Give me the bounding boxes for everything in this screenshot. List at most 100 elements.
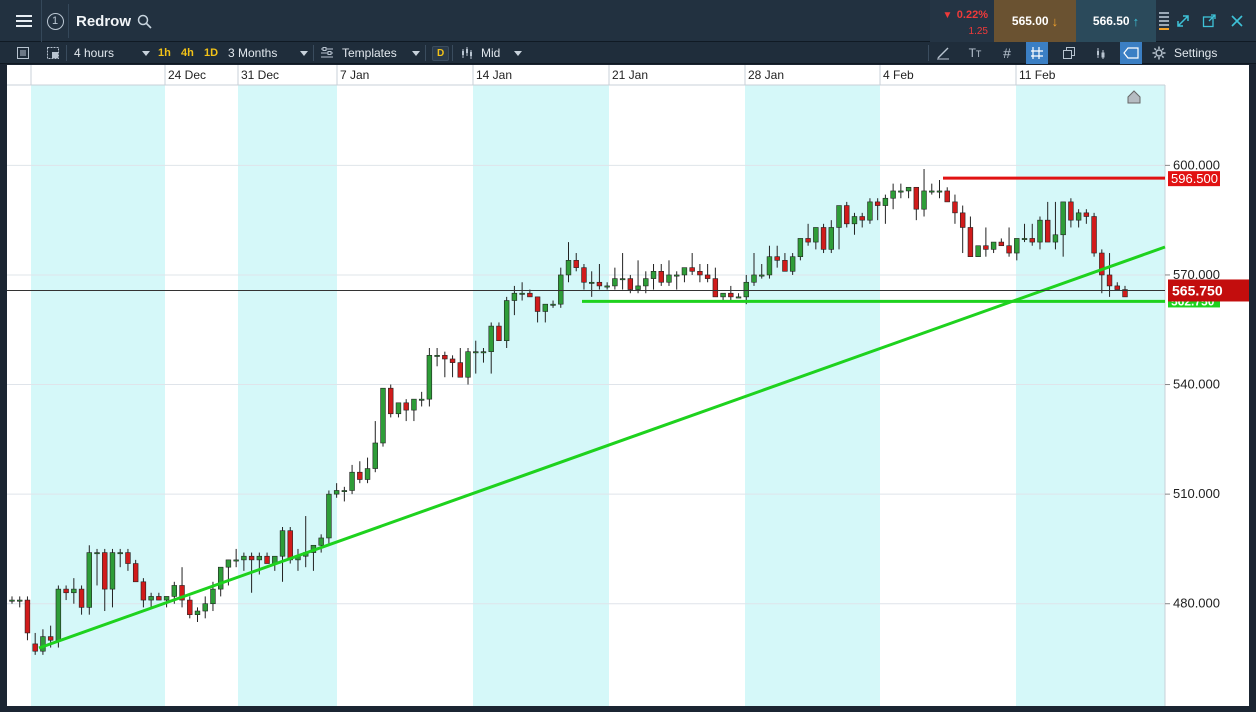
candle-bearish[interactable] [1091, 216, 1097, 254]
candle-bullish[interactable] [635, 285, 641, 290]
candle-bullish[interactable] [1014, 238, 1020, 254]
candle-bullish[interactable] [828, 227, 834, 250]
candle-bearish[interactable] [967, 227, 974, 257]
candle-bullish[interactable] [341, 490, 348, 492]
candle-bullish[interactable] [503, 300, 510, 342]
candle-bullish[interactable] [17, 599, 23, 602]
candle-bullish[interactable] [94, 552, 100, 555]
candle-bearish[interactable] [1114, 285, 1120, 290]
candle-bullish[interactable] [643, 278, 649, 287]
candle-bullish[interactable] [71, 588, 77, 594]
candle-bullish[interactable] [890, 190, 896, 199]
candle-bearish[interactable] [689, 267, 695, 272]
candle-bearish[interactable] [125, 552, 131, 564]
candle-bullish[interactable] [519, 292, 525, 295]
candle-bearish[interactable] [959, 212, 966, 228]
interval-1h[interactable]: 1h [158, 42, 171, 64]
candle-bullish[interactable] [40, 636, 46, 652]
candle-bullish[interactable] [55, 588, 62, 641]
settings-button[interactable]: Settings [1152, 42, 1250, 64]
candle-bullish[interactable] [465, 351, 471, 378]
candle-bullish[interactable] [418, 398, 425, 401]
candle-bearish[interactable] [983, 245, 989, 250]
candle-bearish[interactable] [774, 256, 780, 261]
candle-bullish[interactable] [9, 599, 15, 602]
candle-bearish[interactable] [496, 325, 502, 342]
candle-bullish[interactable] [905, 186, 912, 192]
candle-bullish[interactable] [233, 559, 239, 562]
candle-bearish[interactable] [782, 260, 788, 272]
candle-bearish[interactable] [1068, 201, 1074, 221]
candle-bullish[interactable] [333, 490, 340, 495]
candle-bullish[interactable] [766, 256, 773, 276]
candle-bearish[interactable] [952, 201, 958, 214]
close-icon[interactable] [1226, 0, 1248, 42]
range-dropdown[interactable]: 3 Months [228, 42, 308, 64]
price-label-icon[interactable] [1120, 42, 1142, 64]
price-chart[interactable]: 24 Dec 31 Dec 7 Jan 14 Jan 21 Jan 28 Jan 4 Feb… [7, 65, 1249, 706]
candle-bullish[interactable] [674, 274, 680, 277]
popout-icon[interactable] [1200, 0, 1218, 42]
candle-bullish[interactable] [318, 537, 324, 546]
crosshair-icon[interactable] [1026, 42, 1048, 64]
candle-bullish[interactable] [813, 227, 819, 243]
candle-bearish[interactable] [998, 241, 1005, 247]
candle-bullish[interactable] [558, 274, 564, 305]
candle-bearish[interactable] [944, 190, 950, 203]
chart-canvas[interactable]: 24 Dec 31 Dec 7 Jan 14 Jan 21 Jan 28 Jan 4 Feb… [7, 65, 1249, 706]
interval-4h[interactable]: 4h [181, 42, 194, 64]
candle-bullish[interactable] [743, 281, 749, 298]
candle-bullish[interactable] [279, 530, 286, 557]
candle-bullish[interactable] [225, 559, 232, 568]
expand-icon[interactable] [1174, 0, 1192, 42]
candle-bullish[interactable] [789, 256, 796, 272]
sell-button[interactable]: 565.00 ↓ [994, 0, 1076, 42]
candle-bullish[interactable] [650, 271, 657, 279]
candle-bullish[interactable] [194, 610, 201, 615]
candle-bullish[interactable] [109, 552, 116, 590]
candle-bearish[interactable] [1106, 274, 1113, 287]
candle-bearish[interactable] [627, 278, 634, 290]
candle-bullish[interactable] [217, 566, 224, 590]
chart-type-icon[interactable] [42, 42, 64, 64]
candle-bearish[interactable] [712, 278, 719, 298]
candle-bullish[interactable] [117, 552, 123, 555]
candle-bullish[interactable] [1052, 234, 1059, 243]
candle-bearish[interactable] [449, 358, 456, 363]
candle-bearish[interactable] [1006, 245, 1012, 254]
candle-bullish[interactable] [921, 190, 927, 210]
candle-bullish[interactable] [473, 351, 479, 354]
draw-line-icon[interactable] [932, 42, 954, 64]
candle-bullish[interactable] [1021, 238, 1028, 240]
buy-button[interactable]: 566.50 ↑ [1076, 0, 1156, 42]
indicator-icon[interactable] [1090, 42, 1112, 64]
templates-dropdown[interactable]: Templates [320, 42, 420, 64]
candle-bullish[interactable] [1060, 201, 1066, 236]
candle-bullish[interactable] [426, 355, 433, 400]
candle-bullish[interactable] [604, 285, 610, 288]
candle-bullish[interactable] [851, 216, 858, 225]
candle-bullish[interactable] [936, 190, 943, 193]
candle-bullish[interactable] [565, 260, 572, 276]
candle-bearish[interactable] [527, 292, 533, 298]
candle-bearish[interactable] [596, 281, 603, 287]
candle-bearish[interactable] [132, 563, 139, 583]
candle-bearish[interactable] [403, 402, 409, 411]
candle-bearish[interactable] [357, 471, 363, 480]
candle-bullish[interactable] [929, 190, 935, 193]
chart-list-icon[interactable] [12, 42, 34, 64]
candle-bearish[interactable] [581, 267, 587, 283]
instrument-name[interactable]: Redrow [76, 0, 131, 42]
candle-bearish[interactable] [63, 588, 69, 594]
candle-bearish[interactable] [24, 599, 31, 634]
candle-bullish[interactable] [480, 351, 487, 354]
candle-bearish[interactable] [287, 530, 293, 561]
candle-bullish[interactable] [411, 398, 417, 411]
layout-button[interactable]: 1 [44, 0, 66, 42]
candle-bullish[interactable] [550, 303, 556, 306]
candle-bearish[interactable] [844, 205, 850, 225]
candle-bearish[interactable] [156, 596, 162, 601]
candle-bullish[interactable] [210, 588, 216, 605]
candle-bullish[interactable] [380, 387, 386, 444]
candle-bullish[interactable] [1037, 219, 1043, 243]
